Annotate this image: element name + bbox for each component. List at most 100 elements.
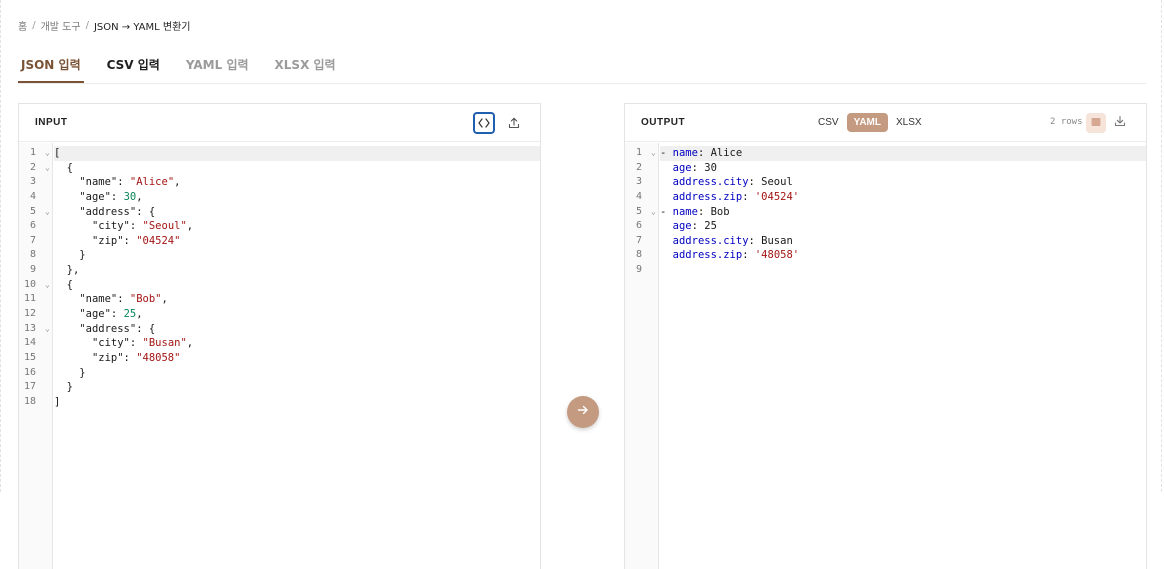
line-number-text: 13	[23, 322, 36, 334]
code-token: :	[123, 234, 137, 247]
download-icon	[1114, 114, 1126, 132]
line-number-text: 3	[29, 176, 36, 188]
code-token: address.city	[672, 234, 749, 247]
line-number-text: 11	[23, 293, 36, 305]
code-token: "04524"	[136, 234, 181, 247]
fold-chevron-icon[interactable]: ⌄	[45, 161, 50, 176]
format-yaml-button[interactable]: YAML	[846, 113, 888, 132]
code-token: {	[54, 161, 73, 174]
code-token: '04524'	[754, 190, 800, 203]
line-number: 5 ⌄	[19, 205, 52, 220]
tab-yaml-input[interactable]: YAML 입력	[183, 53, 252, 83]
line-number-text: 12	[23, 308, 36, 320]
tab-csv-input[interactable]: CSV 입력	[104, 53, 163, 83]
fold-chevron-icon[interactable]: ⌄	[45, 205, 50, 220]
line-number: 8	[19, 248, 52, 263]
code-token: age	[672, 161, 692, 174]
code-token: }	[54, 249, 86, 262]
line-number: 7	[625, 234, 658, 249]
code-token: : Seoul	[748, 176, 793, 189]
code-token: "Seoul"	[142, 220, 187, 233]
tab-xlsx-input[interactable]: XLSX 입력	[272, 53, 339, 83]
code-token: "address"	[79, 322, 137, 335]
code-token: {	[54, 278, 73, 291]
fold-chevron-icon[interactable]: ⌄	[45, 322, 50, 337]
breadcrumb-dev-tools[interactable]: 개발 도구	[41, 18, 81, 33]
line-number: 4	[19, 190, 52, 205]
code-token: ,	[136, 190, 143, 203]
yaml-code-area[interactable]: - name: Alice age: 30 address.city: Seou…	[660, 143, 1146, 569]
json-code-line: "age": 30,	[54, 190, 540, 205]
convert-button[interactable]	[567, 396, 599, 428]
code-token: 30	[123, 190, 137, 203]
format-xlsx-button[interactable]: XLSX	[889, 113, 929, 132]
json-code-line: "city": "Busan",	[54, 336, 540, 351]
yaml-code-line: address.zip: '04524'	[660, 190, 1146, 205]
code-token: :	[110, 190, 124, 203]
code-token: : Alice	[697, 147, 743, 159]
download-button[interactable]	[1110, 113, 1130, 133]
line-number-text: 4	[29, 190, 36, 202]
output-format-selector: CSV YAML XLSX	[811, 113, 930, 132]
fold-chevron-icon[interactable]: ⌄	[651, 205, 656, 220]
line-number: 12	[19, 307, 52, 322]
line-number: 1 ⌄	[19, 146, 52, 161]
format-code-button[interactable]	[473, 112, 495, 134]
json-input-editor[interactable]: 1 ⌄ 2 ⌄ 3 4 5 ⌄ 6 7 8 9 10 ⌄ 11 12 13 ⌄ 14 15 16 17 18 [ { "na…	[19, 143, 540, 569]
fold-chevron-icon[interactable]: ⌄	[651, 146, 656, 161]
line-number: 5 ⌄	[625, 205, 658, 220]
code-token: "name"	[79, 293, 118, 306]
format-csv-button[interactable]: CSV	[811, 113, 846, 132]
line-number: 18	[19, 395, 52, 410]
code-token: :	[742, 190, 755, 203]
json-code-line: [	[54, 146, 540, 161]
code-token: "address"	[79, 205, 137, 218]
code-token: address.zip	[672, 190, 743, 203]
code-token: age	[672, 220, 692, 233]
yaml-code-line: address.city: Busan	[660, 234, 1146, 249]
line-number: 9	[19, 263, 52, 278]
code-token: :	[117, 176, 130, 189]
line-number-text: 9	[29, 264, 36, 276]
code-token: "name"	[79, 176, 118, 189]
line-number-text: 5	[635, 205, 642, 217]
json-code-line: {	[54, 278, 540, 293]
list-view-icon	[1091, 114, 1101, 132]
line-number: 13 ⌄	[19, 322, 52, 337]
yaml-output-editor[interactable]: 1 ⌄ 2 3 4 5 ⌄ 6 7 8 9 - name: Alice age: 30 addres…	[625, 143, 1146, 569]
code-token: }	[54, 381, 73, 394]
line-number-text: 3	[635, 176, 642, 188]
fold-chevron-icon[interactable]: ⌄	[45, 278, 50, 293]
breadcrumb-home[interactable]: 홈	[18, 18, 27, 33]
line-number: 8	[625, 248, 658, 263]
upload-button[interactable]	[503, 112, 525, 134]
code-token: ,	[174, 176, 181, 189]
json-code-line: "zip": "04524"	[54, 234, 540, 249]
fold-chevron-icon[interactable]: ⌄	[45, 146, 50, 161]
list-view-button[interactable]	[1086, 113, 1106, 133]
code-token: :	[117, 293, 130, 306]
line-number-text: 15	[23, 351, 36, 363]
line-number: 7	[19, 234, 52, 249]
line-number-text: 6	[635, 220, 642, 232]
line-number-text: 10	[23, 278, 36, 290]
breadcrumb: 홈 / 개발 도구 / JSON → YAML 변환기	[18, 18, 190, 33]
line-number-text: 7	[635, 234, 642, 246]
line-number: 15	[19, 351, 52, 366]
tab-json-input[interactable]: JSON 입력	[18, 53, 84, 83]
line-number-text: 6	[29, 220, 36, 232]
output-panel: OUTPUT CSV YAML XLSX 2 rows 1 ⌄ 2 3 4 5 ⌄ 6 7 8 9 …	[624, 103, 1147, 569]
arrow-right-icon	[577, 403, 589, 421]
output-panel-title: OUTPUT	[641, 117, 686, 128]
line-number-gutter: 1 ⌄ 2 3 4 5 ⌄ 6 7 8 9	[625, 143, 659, 569]
json-code-area[interactable]: [ { "name": "Alice", "age": 30, "address…	[54, 143, 540, 569]
line-number-gutter: 1 ⌄ 2 ⌄ 3 4 5 ⌄ 6 7 8 9 10 ⌄ 11 12 13 ⌄ 14 15 16 17 18	[19, 143, 53, 569]
yaml-code-line: - name: Alice	[660, 146, 1146, 161]
line-number-text: 16	[23, 366, 36, 378]
